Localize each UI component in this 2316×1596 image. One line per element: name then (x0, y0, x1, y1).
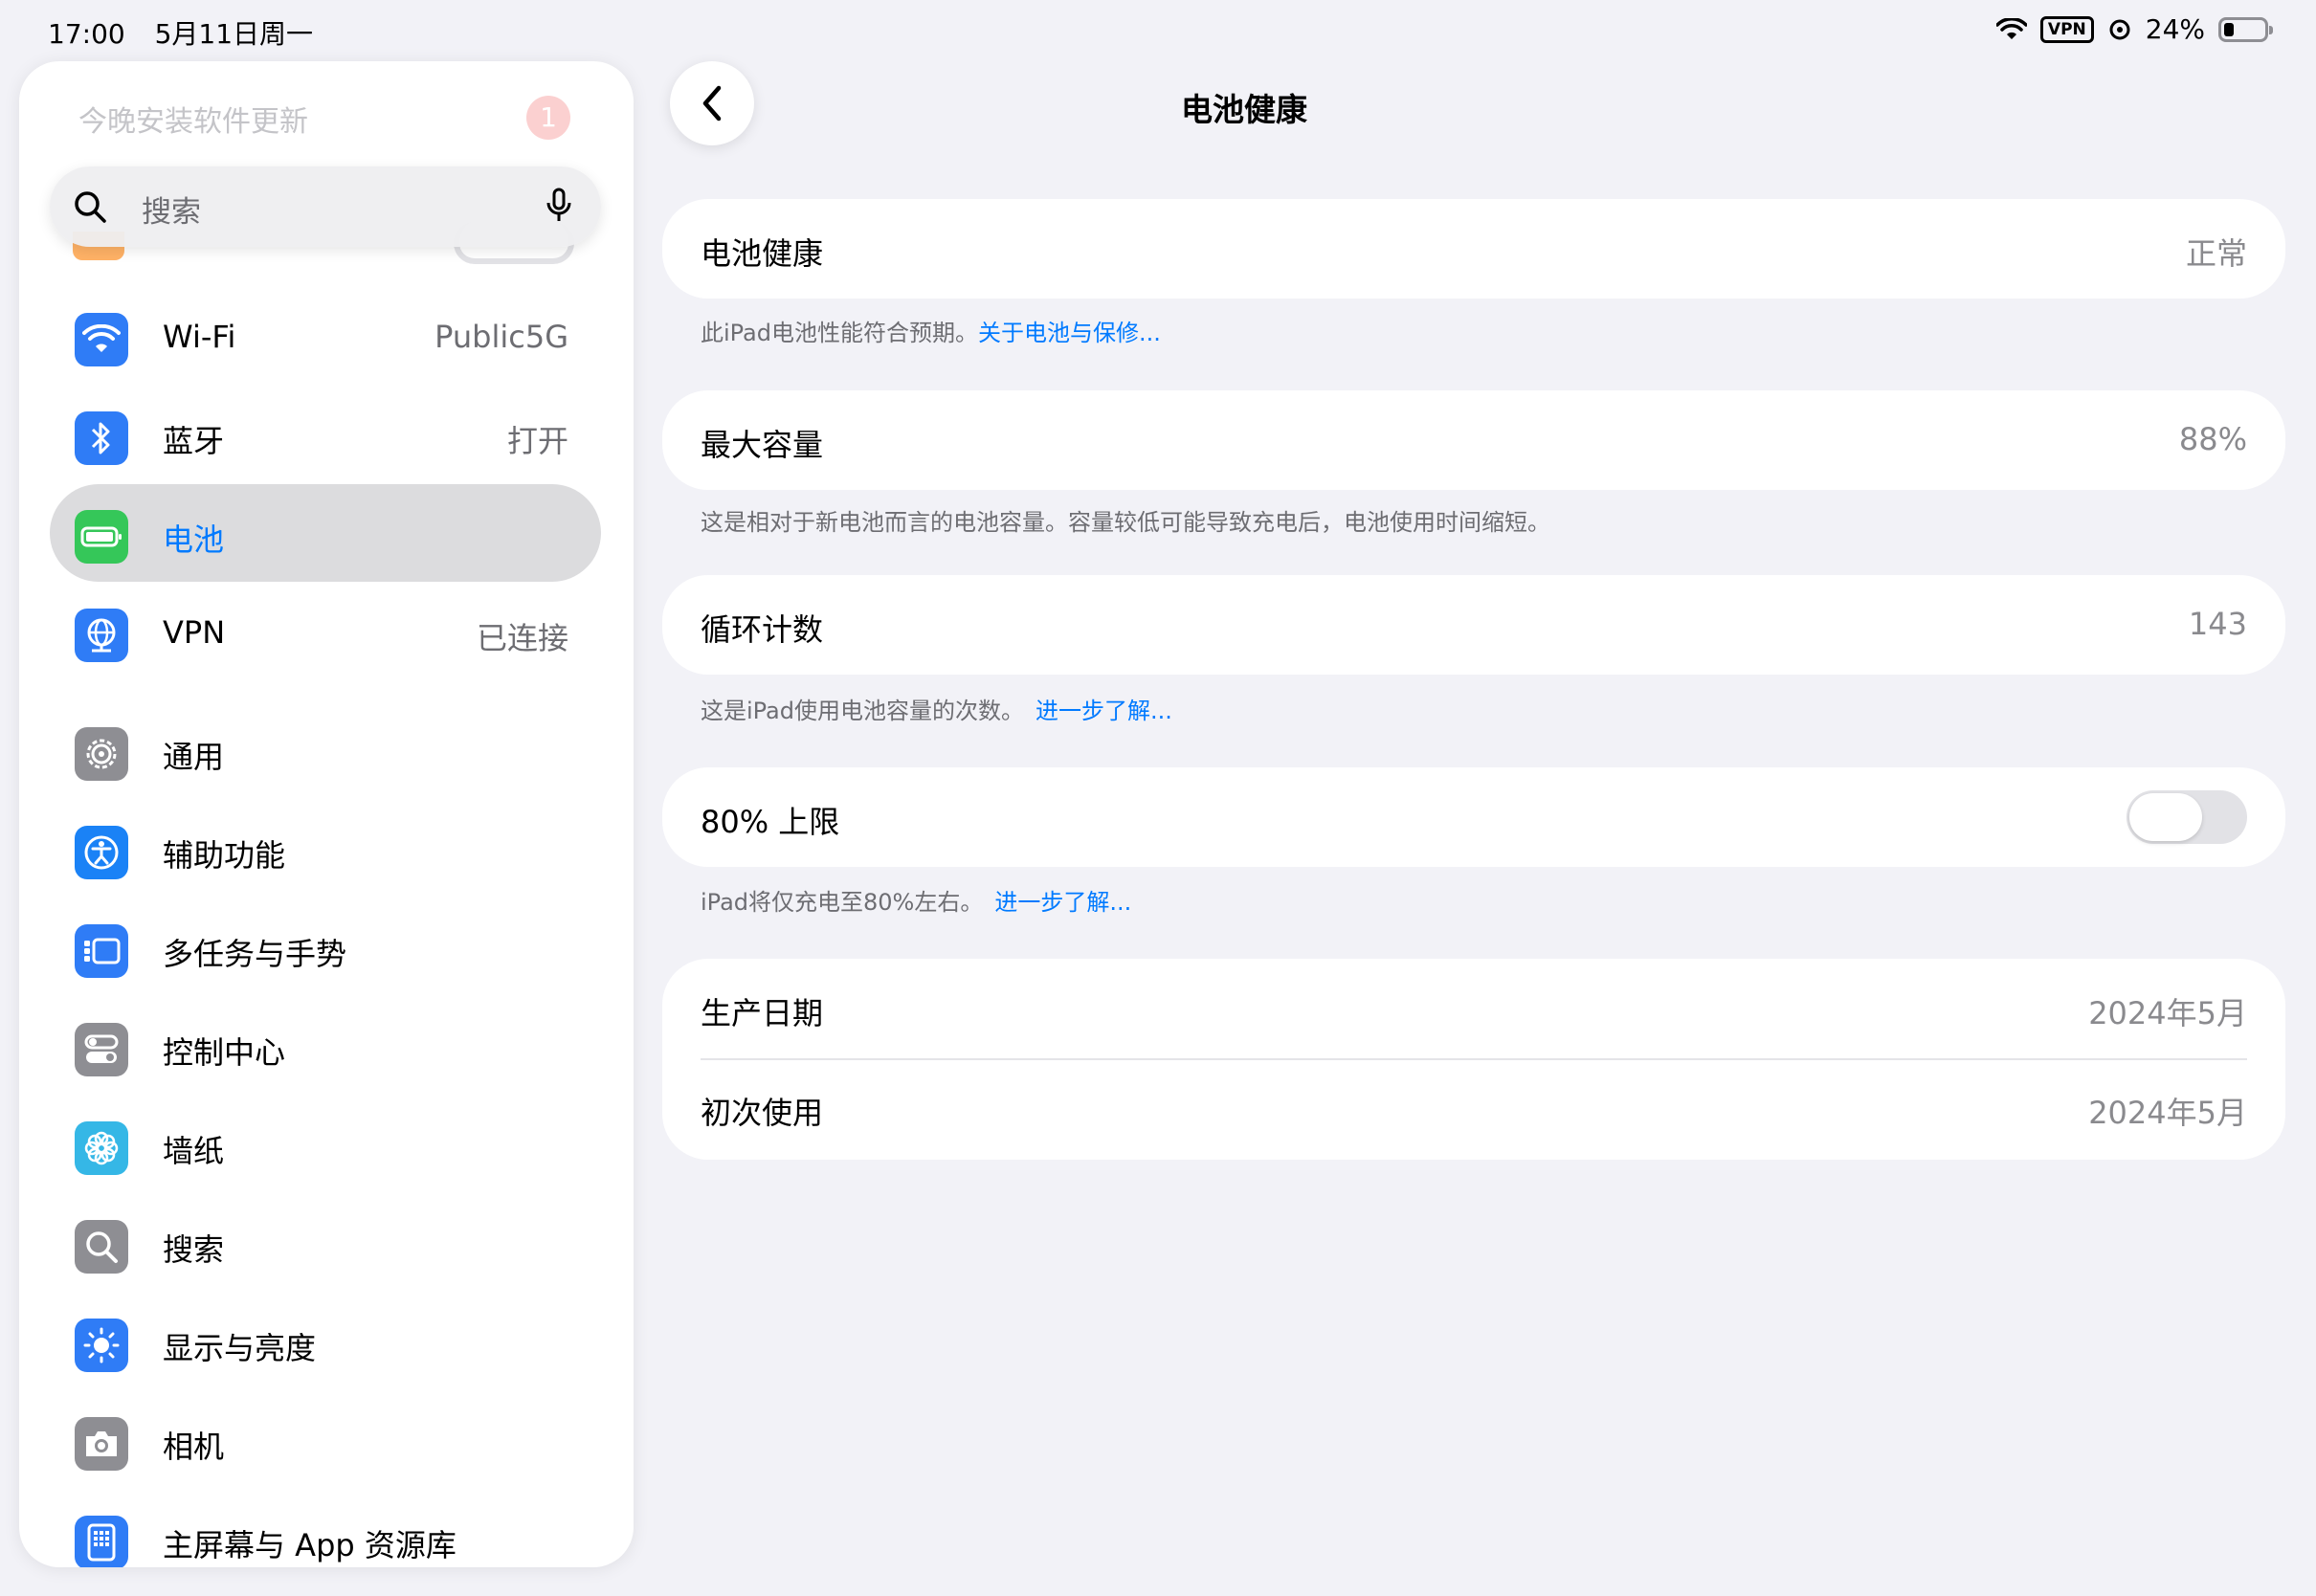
sidebar-item-label: 显示与亮度 (163, 1330, 317, 1366)
search-placeholder: 搜索 (142, 195, 201, 230)
battery-status-icon (2218, 16, 2273, 42)
multitasking-icon (75, 924, 128, 978)
max-capacity-label: 最大容量 (701, 427, 824, 463)
charge-limit-card: 80% 上限 (662, 767, 2285, 867)
globe-icon (75, 609, 128, 662)
sidebar-item-label: 电池 (163, 521, 225, 558)
sidebar-item-general[interactable]: 通用 (50, 701, 601, 799)
settings-sidebar: 今晚安装软件更新 1 搜索 Wi-Fi Public5G 蓝牙 打开 电池 VP… (19, 61, 634, 1567)
status-bar: 17:00 5月11日周一 VPN 24% (0, 0, 2316, 59)
battery-health-card: 电池健康 正常 (662, 199, 2285, 299)
chevron-left-icon (702, 85, 722, 122)
sidebar-item-control-center[interactable]: 控制中心 (50, 997, 601, 1095)
charge-limit-footnote: iPad将仅充电至80%左右。 进一步了解... (701, 883, 1131, 917)
cycle-count-card: 循环计数 143 (662, 575, 2285, 675)
search-icon (75, 191, 106, 223)
wifi-status-icon (1995, 17, 2027, 39)
sidebar-item-home-screen[interactable]: 主屏幕与 App 资源库 (50, 1490, 601, 1567)
sidebar-item-multitasking[interactable]: 多任务与手势 (50, 898, 601, 996)
sidebar-item-label: 相机 (163, 1429, 225, 1465)
max-capacity-footnote: 这是相对于新电池而言的电池容量。容量较低可能导致充电后，电池使用时间缩短。 (701, 503, 1550, 537)
magnifier-icon (75, 1220, 128, 1274)
cycle-learn-more-link[interactable]: 进一步了解... (1036, 698, 1172, 724)
sidebar-item-search[interactable]: 搜索 (50, 1194, 601, 1292)
wifi-icon (75, 313, 128, 366)
manufacture-date-value: 2024年5月 (2088, 995, 2247, 1031)
limit-learn-more-link[interactable]: 进一步了解... (994, 889, 1131, 916)
charge-limit-toggle[interactable] (2127, 790, 2247, 844)
page-title: 电池健康 (1181, 91, 1307, 128)
sidebar-item-label: 辅助功能 (163, 837, 286, 874)
battery-icon (75, 510, 128, 564)
charge-limit-note: iPad将仅充电至80%左右。 (701, 889, 984, 916)
search-field[interactable]: 搜索 (50, 166, 601, 247)
switches-icon (75, 1023, 128, 1076)
battery-health-label: 电池健康 (701, 235, 824, 272)
sun-icon (75, 1319, 128, 1372)
cycle-count-value: 143 (2188, 606, 2247, 642)
flower-icon (75, 1121, 128, 1175)
status-date: 5月11日周一 (154, 18, 314, 50)
sidebar-item-camera[interactable]: 相机 (50, 1391, 601, 1489)
cycle-count-footnote: 这是iPad使用电池容量的次数。 进一步了解... (701, 692, 1172, 725)
software-update-banner[interactable]: 今晚安装软件更新 (78, 98, 308, 140)
sidebar-item-label: 蓝牙 (163, 423, 225, 459)
sidebar-item-vpn[interactable]: VPN 已连接 (50, 583, 601, 680)
sidebar-item-value: 打开 (506, 423, 568, 459)
sidebar-item-label: Wi-Fi (163, 319, 236, 355)
charge-limit-label: 80% 上限 (701, 804, 840, 840)
sidebar-item-value: 已连接 (476, 620, 568, 656)
manufacture-date-label: 生产日期 (701, 995, 824, 1031)
sidebar-item-display[interactable]: 显示与亮度 (50, 1293, 601, 1390)
sidebar-item-battery[interactable]: 电池 (50, 484, 601, 582)
toggle-knob (2129, 793, 2202, 841)
sidebar-item-label: 墙纸 (163, 1133, 225, 1169)
back-button[interactable] (670, 61, 754, 145)
microphone-icon[interactable] (546, 188, 572, 224)
first-use-value: 2024年5月 (2088, 1095, 2247, 1131)
camera-icon (75, 1417, 128, 1471)
vpn-status-badge: VPN (2039, 15, 2094, 43)
sidebar-item-label: 通用 (163, 739, 225, 775)
cycle-count-label: 循环计数 (701, 611, 824, 648)
battery-dates-card: 生产日期 2024年5月 初次使用 2024年5月 (662, 959, 2285, 1160)
sidebar-item-label: VPN (163, 614, 226, 651)
sidebar-item-label: 主屏幕与 App 资源库 (163, 1527, 457, 1563)
status-time: 17:00 (48, 18, 125, 50)
max-capacity-note: 这是相对于新电池而言的电池容量。容量较低可能导致充电后，电池使用时间缩短。 (701, 509, 1550, 536)
accessibility-icon (75, 826, 128, 879)
update-count-badge: 1 (526, 96, 570, 140)
sidebar-item-label: 控制中心 (163, 1034, 286, 1071)
rotation-lock-icon (2109, 19, 2130, 39)
row-divider (701, 1058, 2247, 1060)
max-capacity-value: 88% (2178, 421, 2247, 457)
sidebar-item-label: 多任务与手势 (163, 936, 347, 972)
sidebar-item-accessibility[interactable]: 辅助功能 (50, 800, 601, 898)
battery-health-footnote: 此iPad电池性能符合预期。关于电池与保修... (701, 314, 1161, 347)
sidebar-item-wifi[interactable]: Wi-Fi Public5G (50, 287, 601, 385)
max-capacity-card: 最大容量 88% (662, 390, 2285, 490)
sidebar-item-wallpaper[interactable]: 墙纸 (50, 1096, 601, 1193)
sidebar-item-value: Public5G (434, 319, 568, 355)
battery-health-value: 正常 (2185, 235, 2247, 272)
bluetooth-icon (75, 411, 128, 465)
cycle-count-note: 这是iPad使用电池容量的次数。 (701, 698, 1025, 724)
sidebar-item-bluetooth[interactable]: 蓝牙 打开 (50, 386, 601, 483)
battery-percent: 24% (2145, 13, 2205, 45)
home-grid-icon (75, 1516, 128, 1567)
battery-warranty-link[interactable]: 关于电池与保修... (978, 320, 1161, 346)
first-use-label: 初次使用 (701, 1095, 824, 1131)
sidebar-item-label: 搜索 (163, 1231, 225, 1268)
gear-icon (75, 727, 128, 781)
battery-health-note: 此iPad电池性能符合预期。 (701, 320, 979, 346)
